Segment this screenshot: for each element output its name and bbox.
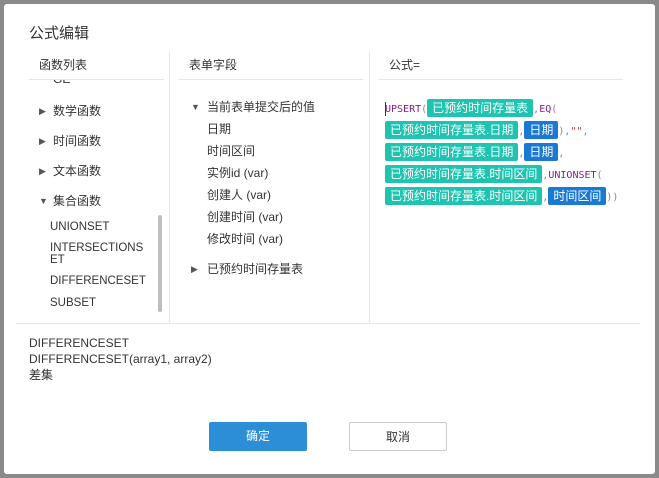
form-fields-panel: 表单字段 ▼ 当前表单提交后的值 日期 时间区间 实例id (var) 创建人 … xyxy=(169,51,370,323)
caret-down-icon: ▼ xyxy=(191,102,200,112)
field-item-time-range[interactable]: 时间区间 xyxy=(197,140,315,162)
formula-keyword: EQ xyxy=(539,104,552,115)
formula-editor[interactable]: UPSERT(已预约时间存量表 ,EQ(已预约时间存量表.日期, 日期),"",已预… xyxy=(385,98,625,208)
field-item-date[interactable]: 日期 xyxy=(197,118,315,140)
function-differenceset[interactable]: DIFFERENCESET xyxy=(29,270,164,292)
function-group-label: 集合函数 xyxy=(53,194,102,208)
function-intersectionset[interactable]: INTERSECTIONS ET xyxy=(29,238,164,270)
function-group-time[interactable]: ▶ 时间函数 xyxy=(29,126,164,156)
dialog-title: 公式编辑 xyxy=(29,25,90,42)
field-item-create-time[interactable]: 创建时间 (var) xyxy=(197,206,315,228)
formula-editor-dialog: 公式编辑 函数列表 GE ▶ 数学函数 ▶ 时间函数 ▶ 文本函数 ▼ 集合函数… xyxy=(4,4,655,474)
formula-header: 公式= xyxy=(379,51,623,80)
cancel-button[interactable]: 取消 xyxy=(349,422,447,451)
formula-variable-tag[interactable]: 日期 xyxy=(524,143,559,161)
formula-field-tag[interactable]: 已预约时间存量表.日期 xyxy=(385,143,519,161)
function-subset[interactable]: SUBSET xyxy=(29,292,164,312)
function-group-label: 时间函数 xyxy=(53,134,102,148)
function-list[interactable]: GE ▶ 数学函数 ▶ 时间函数 ▶ 文本函数 ▼ 集合函数 UNIONSET … xyxy=(29,80,164,312)
formula-field-tag[interactable]: 已预约时间存量表 xyxy=(427,99,534,117)
function-item-partial[interactable]: GE xyxy=(53,80,70,86)
formula-punctuation: )) xyxy=(606,192,619,203)
function-group-text[interactable]: ▶ 文本函数 xyxy=(29,156,164,186)
function-description: DIFFERENCESET DIFFERENCESET(array1, arra… xyxy=(29,335,212,383)
function-unionset[interactable]: UNIONSET xyxy=(29,216,164,238)
formula-variable-tag[interactable]: 时间区间 xyxy=(548,187,607,205)
function-list-header: 函数列表 xyxy=(29,51,164,80)
function-list-scrollbar[interactable] xyxy=(158,215,162,312)
function-description-signature: DIFFERENCESET(array1, array2) xyxy=(29,352,212,366)
formula-variable-tag[interactable]: 日期 xyxy=(524,121,559,139)
formula-string: "" xyxy=(570,126,583,137)
formula-keyword: UNIONS xyxy=(548,170,585,181)
field-item-creator[interactable]: 创建人 (var) xyxy=(197,184,315,206)
formula-field-tag[interactable]: 已预约时间存量表.时间区间 xyxy=(385,187,543,205)
function-group-label: 文本函数 xyxy=(53,164,102,178)
formula-punctuation: ( xyxy=(551,104,558,115)
formula-punctuation: , xyxy=(558,148,565,159)
function-description-meaning: 差集 xyxy=(29,368,54,382)
function-group-set[interactable]: ▼ 集合函数 xyxy=(29,186,164,216)
formula-punctuation: ( xyxy=(596,170,603,181)
function-group-label: 数学函数 xyxy=(53,104,102,118)
field-group-label: 已预约时间存量表 xyxy=(207,262,304,276)
function-name-line: INTERSECTIONS xyxy=(50,242,144,254)
formula-keyword: ET xyxy=(584,170,597,181)
caret-right-icon: ▶ xyxy=(39,106,46,116)
field-group-current-form[interactable]: ▼ 当前表单提交后的值 xyxy=(191,96,316,118)
formula-punctuation: ), xyxy=(558,126,571,137)
field-tree: ▼ 当前表单提交后的值 日期 时间区间 实例id (var) 创建人 (var)… xyxy=(191,96,316,280)
confirm-button[interactable]: 确定 xyxy=(209,422,307,451)
caret-right-icon: ▶ xyxy=(39,136,46,146)
formula-field-tag[interactable]: 已预约时间存量表.时间区间 xyxy=(385,165,543,183)
function-name-line: ET xyxy=(50,254,65,266)
form-fields-header: 表单字段 xyxy=(179,51,363,80)
formula-panel: 公式= UPSERT(已预约时间存量表 ,EQ(已预约时间存量表.日期, 日期),"… xyxy=(369,51,629,323)
field-group-label: 当前表单提交后的值 xyxy=(207,100,316,114)
function-list-panel: 函数列表 GE ▶ 数学函数 ▶ 时间函数 ▶ 文本函数 ▼ 集合函数 UNIO… xyxy=(29,51,170,323)
caret-down-icon: ▼ xyxy=(39,196,48,206)
formula-punctuation: , xyxy=(582,126,589,137)
formula-field-tag[interactable]: 已预约时间存量表.日期 xyxy=(385,121,519,139)
field-item-modify-time[interactable]: 修改时间 (var) xyxy=(197,228,315,250)
field-item-instance-id[interactable]: 实例id (var) xyxy=(197,162,315,184)
caret-right-icon: ▶ xyxy=(39,166,46,176)
function-description-name: DIFFERENCESET xyxy=(29,336,130,350)
field-group-reserved-table[interactable]: ▶ 已预约时间存量表 xyxy=(191,258,315,280)
function-group-math[interactable]: ▶ 数学函数 xyxy=(29,96,164,126)
caret-right-icon: ▶ xyxy=(191,264,198,274)
divider xyxy=(16,323,640,324)
formula-keyword: UPSERT xyxy=(385,104,422,115)
